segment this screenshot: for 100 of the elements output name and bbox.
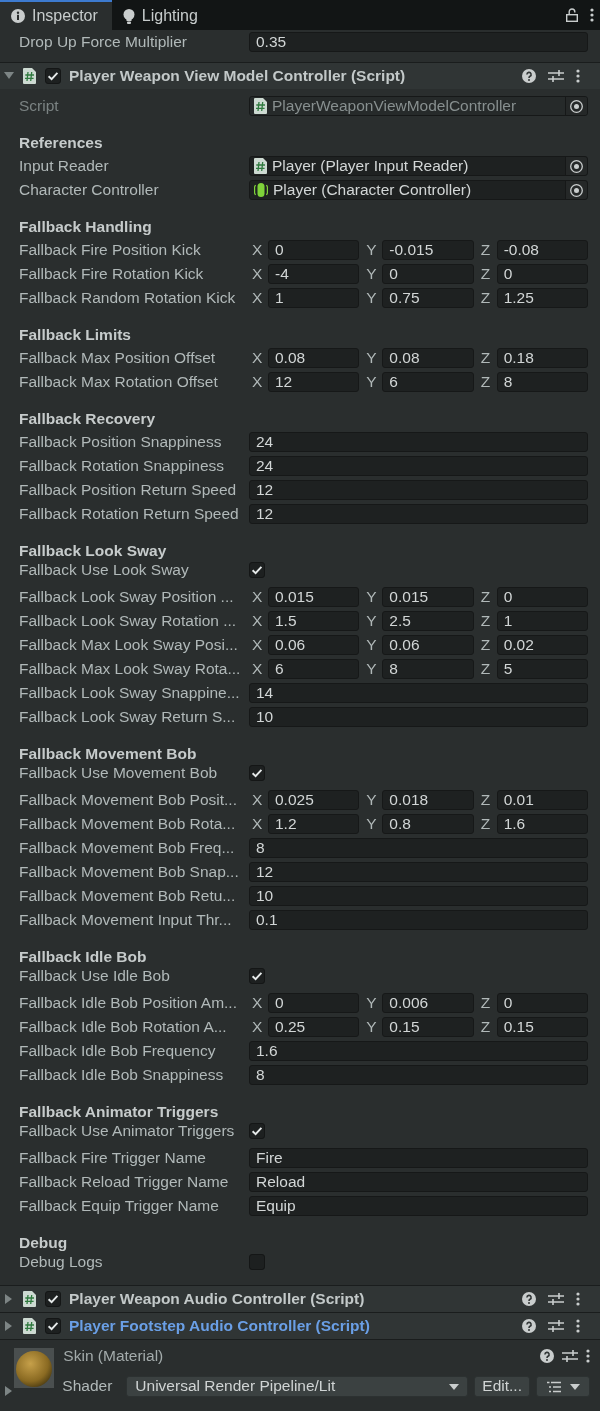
more-icon[interactable] — [586, 1349, 590, 1363]
lock-icon[interactable] — [566, 8, 578, 22]
foldout-caret-icon[interactable] — [4, 1386, 14, 1396]
text-field[interactable]: Equip — [249, 1196, 588, 1216]
number-field[interactable]: -0.08 — [496, 240, 588, 260]
foldout-caret-icon[interactable] — [4, 1294, 14, 1304]
help-icon[interactable] — [522, 1292, 536, 1306]
number-field[interactable]: 1.6 — [249, 1041, 588, 1061]
more-icon[interactable] — [576, 1292, 580, 1306]
number-field[interactable]: 0.006 — [382, 993, 474, 1013]
sliders-icon[interactable] — [562, 1349, 578, 1363]
checkbox[interactable] — [249, 1254, 265, 1270]
number-field[interactable]: 10 — [249, 707, 588, 727]
checkbox[interactable] — [249, 968, 265, 984]
foldout-caret-icon[interactable] — [4, 71, 14, 81]
component-header[interactable]: Player Weapon View Model Controller (Script) — [0, 63, 600, 89]
edit-button[interactable]: Edit... — [474, 1376, 530, 1397]
number-field[interactable]: 6 — [382, 372, 474, 392]
checkbox[interactable] — [249, 562, 265, 578]
checkbox[interactable] — [45, 1318, 61, 1334]
object-picker-button[interactable] — [565, 157, 587, 175]
number-field[interactable]: 24 — [249, 432, 588, 452]
checkbox[interactable] — [249, 1123, 265, 1139]
list-menu-button[interactable] — [536, 1376, 590, 1397]
field-label: Fallback Use Animator Triggers — [19, 1122, 235, 1139]
number-field[interactable]: 8 — [249, 1065, 588, 1085]
text-field[interactable]: Fire — [249, 1148, 588, 1168]
text-field[interactable]: Reload — [249, 1172, 588, 1192]
number-field[interactable]: 1.6 — [496, 814, 588, 834]
help-icon[interactable] — [522, 1319, 536, 1333]
number-field[interactable]: 0.06 — [268, 635, 360, 655]
number-field[interactable]: 8 — [382, 659, 474, 679]
number-field[interactable]: 0 — [382, 264, 474, 284]
number-field[interactable]: 0.75 — [382, 288, 474, 308]
sliders-icon[interactable] — [548, 69, 564, 83]
field-label: Fallback Look Sway Position ... — [19, 587, 234, 605]
number-field[interactable]: -4 — [268, 264, 360, 284]
tab[interactable]: Inspector — [0, 0, 112, 30]
field-label: Fallback Movement Bob Posit... — [19, 790, 237, 808]
foldout-caret-icon[interactable] — [4, 1321, 14, 1331]
number-field[interactable]: 6 — [268, 659, 360, 679]
number-field[interactable]: 1 — [496, 611, 588, 631]
number-field[interactable]: 12 — [249, 504, 588, 524]
checkbox[interactable] — [249, 765, 265, 781]
number-field[interactable]: 24 — [249, 456, 588, 476]
sliders-icon[interactable] — [548, 1319, 564, 1333]
number-field[interactable]: 0.08 — [382, 348, 474, 368]
number-field[interactable]: 1 — [268, 288, 360, 308]
section-header: Debug — [19, 1233, 68, 1253]
help-icon[interactable] — [540, 1349, 554, 1363]
number-field[interactable]: 1.25 — [496, 288, 588, 308]
number-field[interactable]: 0.015 — [382, 587, 474, 607]
sliders-icon[interactable] — [548, 1292, 564, 1306]
section-header: Fallback Recovery — [19, 409, 156, 429]
number-field[interactable]: 1.2 — [268, 814, 360, 834]
component-header[interactable]: Player Footstep Audio Controller (Script) — [0, 1313, 600, 1339]
number-field[interactable]: 0 — [268, 240, 360, 260]
number-field[interactable]: 0.18 — [496, 348, 588, 368]
number-field[interactable]: 12 — [268, 372, 360, 392]
number-field[interactable]: 0.025 — [268, 790, 360, 810]
number-field[interactable]: 0 — [496, 264, 588, 284]
number-field[interactable]: 0.1 — [249, 910, 588, 930]
number-field[interactable]: 0.08 — [268, 348, 360, 368]
more-icon[interactable] — [576, 1319, 580, 1333]
object-field[interactable]: Player (Player Input Reader) — [249, 156, 588, 176]
number-field[interactable]: 5 — [496, 659, 588, 679]
number-field[interactable]: 0.01 — [496, 790, 588, 810]
number-field[interactable]: 12 — [249, 862, 588, 882]
number-field[interactable]: 0 — [496, 993, 588, 1013]
number-field[interactable]: 0.018 — [382, 790, 474, 810]
object-picker-button[interactable] — [565, 181, 587, 199]
help-icon[interactable] — [522, 69, 536, 83]
number-field[interactable]: 14 — [249, 683, 588, 703]
number-field[interactable]: 0.06 — [382, 635, 474, 655]
number-field[interactable]: 1.5 — [268, 611, 360, 631]
number-field[interactable]: 10 — [249, 886, 588, 906]
number-field[interactable]: 0 — [496, 587, 588, 607]
number-field[interactable]: 0 — [268, 993, 360, 1013]
number-field[interactable]: 12 — [249, 480, 588, 500]
number-field[interactable]: 2.5 — [382, 611, 474, 631]
tab[interactable]: Lighting — [111, 0, 212, 30]
more-icon[interactable] — [590, 8, 594, 22]
number-field[interactable]: 0.02 — [496, 635, 588, 655]
number-field[interactable]: 8 — [249, 838, 588, 858]
number-field[interactable]: 0.015 — [268, 587, 360, 607]
number-field[interactable]: 8 — [496, 372, 588, 392]
object-field[interactable]: Player (Character Controller) — [249, 180, 588, 200]
component-header[interactable]: Player Weapon Audio Controller (Script) — [0, 1286, 600, 1312]
more-icon[interactable] — [576, 69, 580, 83]
field-label: Fallback Look Sway Rotation ... — [19, 611, 237, 629]
number-field[interactable]: -0.015 — [382, 240, 474, 260]
shader-dropdown[interactable]: Universal Render Pipeline/Lit — [126, 1376, 469, 1397]
checkbox[interactable] — [45, 68, 61, 84]
checkbox[interactable] — [45, 1291, 61, 1307]
number-field[interactable]: 0.15 — [496, 1017, 588, 1037]
number-field[interactable]: 0.8 — [382, 814, 474, 834]
number-field[interactable]: 0.25 — [268, 1017, 360, 1037]
number-field[interactable]: 0.15 — [382, 1017, 474, 1037]
number-field[interactable]: 0.35 — [249, 32, 588, 52]
field-label: Fallback Movement Bob Freq... — [19, 838, 235, 856]
